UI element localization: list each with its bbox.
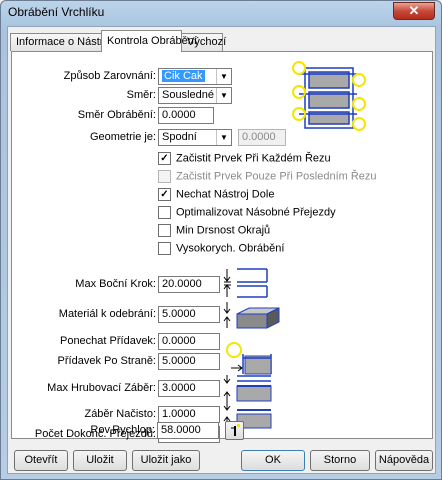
label-zaber-nacisto: Záběr Načisto:: [84, 408, 156, 420]
save-button[interactable]: Uložit: [73, 450, 127, 471]
checkbox-optimalizovat-prejezdy[interactable]: Optimalizovat Násobné Přejezdy: [158, 206, 336, 220]
checkbox-checked-icon: ✓: [158, 188, 171, 201]
checkbox-zacistit-pouze-pri-poslednim[interactable]: Začistit Prvek Pouze Při Posledním Řezu: [158, 170, 377, 184]
smer-value: Sousledné: [162, 89, 214, 101]
close-button[interactable]: ✕: [393, 2, 435, 20]
checkbox-unchecked-icon: [158, 224, 171, 237]
pridavek-po-strane-field[interactable]: 5.0000: [158, 353, 220, 370]
zpusob-zarovnani-select[interactable]: Cik Cak ▼: [158, 68, 232, 85]
checkbox-label: Vysokorych. Obrábění: [176, 242, 285, 255]
checkbox-unchecked-icon: [158, 206, 171, 219]
label-material-k-odebrani: Materiál k odebrání:: [58, 308, 156, 320]
window-title: Obrábění Vrchlíku: [8, 5, 105, 19]
label-zpusob-zarovnani: Způsob Zarovnání:: [63, 70, 156, 82]
smer-obrabeni-field[interactable]: 0.0000: [158, 107, 214, 124]
cancel-button[interactable]: Storno: [310, 450, 370, 471]
geometrie-value: Spodní: [162, 131, 197, 143]
dialog-window: Obrábění Vrchlíku ✕ Informace o Nástroji…: [0, 0, 442, 480]
dialog-client-area: Informace o Nástroji Kontrola Obrábění V…: [7, 26, 436, 474]
stepover-icon: [223, 268, 268, 298]
rapid-plane-icon: [231, 424, 240, 436]
label-ponechat-pridavek: Ponechat Přídavek:: [59, 335, 156, 347]
title-bar[interactable]: Obrábění Vrchlíku ✕: [1, 1, 441, 25]
chevron-down-icon: ▼: [216, 130, 231, 145]
zpusob-zarovnani-value: Cik Cak: [162, 70, 205, 82]
label-rov-rychlop: Rov.Rychlop:: [90, 424, 155, 436]
tab-kontrola-obrabeni[interactable]: Kontrola Obrábění: [101, 30, 197, 52]
smer-select[interactable]: Sousledné ▼: [158, 87, 232, 104]
tab-informace-o-nastroji[interactable]: Informace o Nástroji: [10, 33, 114, 51]
max-hrubovaci-zaber-field[interactable]: 3.0000: [158, 380, 220, 397]
checkbox-checked-icon: ✓: [158, 152, 171, 165]
rov-rychlop-field[interactable]: 58.0000: [157, 422, 219, 439]
material-k-odebrani-field[interactable]: 5.0000: [158, 306, 220, 323]
checkbox-min-drsnost-okraju[interactable]: Min Drsnost Okrajů: [158, 224, 270, 238]
ponechat-pridavek-field[interactable]: 0.0000: [158, 333, 220, 350]
checkbox-zacistit-pri-kazdem-rezu[interactable]: ✓ Začistit Prvek Při Každém Řezu: [158, 152, 331, 166]
save-as-button[interactable]: Uložit jako: [132, 450, 200, 471]
close-icon: ✕: [408, 3, 420, 18]
side-allowance-icon: [226, 342, 272, 375]
checkbox-label: Optimalizovat Násobné Přejezdy: [176, 206, 336, 219]
label-max-hrubovaci-zaber: Max Hrubovací Záběr:: [47, 382, 156, 394]
checkbox-vysokorych-obrabeni[interactable]: Vysokorych. Obrábění: [158, 242, 284, 256]
checkbox-unchecked-icon: [158, 242, 171, 255]
help-button[interactable]: Nápověda: [375, 450, 433, 471]
tab-panel-kontrola-obrabeni: Způsob Zarovnání: Cik Cak ▼ Směr: Sousle…: [11, 51, 433, 443]
geometrie-select[interactable]: Spodní ▼: [158, 129, 232, 146]
checkbox-nechat-nastroj-dole[interactable]: ✓ Nechat Nástroj Dole: [158, 188, 274, 202]
label-pridavek-po-strane: Přídavek Po Straně:: [57, 355, 156, 367]
chevron-down-icon: ▼: [216, 69, 231, 84]
rapid-plane-pick-button[interactable]: [225, 421, 244, 440]
material-block-icon: [223, 302, 280, 329]
checkbox-label: Min Drsnost Okrajů: [176, 224, 271, 237]
max-bocni-krok-field[interactable]: 20.0000: [158, 276, 220, 293]
label-geometrie: Geometrie je:: [89, 131, 156, 143]
checkbox-label: Začistit Prvek Při Každém Řezu: [176, 152, 331, 165]
open-button[interactable]: Otevřít: [14, 450, 68, 471]
chevron-down-icon: ▼: [216, 88, 231, 103]
ok-button[interactable]: OK: [241, 450, 305, 471]
zaber-nacisto-field[interactable]: 1.0000: [158, 406, 220, 423]
zigzag-pattern-icon: [292, 61, 366, 131]
checkbox-unchecked-icon: [158, 170, 171, 183]
label-smer: Směr:: [126, 89, 156, 101]
checkbox-label: Nechat Nástroj Dole: [176, 188, 275, 201]
geometrie-offset-field[interactable]: 0.0000: [238, 129, 286, 146]
checkbox-label: Začistit Prvek Pouze Při Posledním Řezu: [176, 170, 377, 183]
label-smer-obrabeni: Směr Obrábění:: [77, 109, 156, 121]
label-max-bocni-krok: Max Boční Krok:: [75, 278, 156, 290]
